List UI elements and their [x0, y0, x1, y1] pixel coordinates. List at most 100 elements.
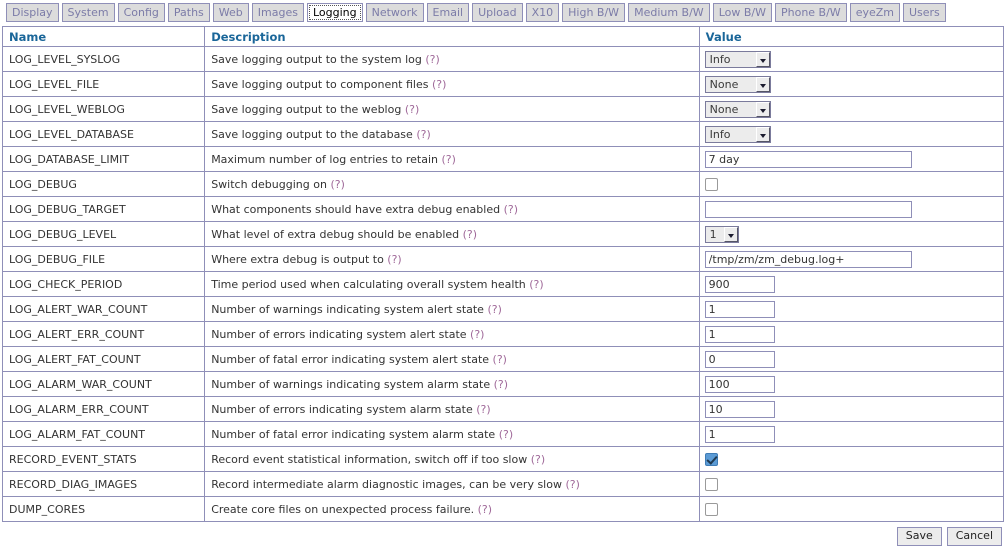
option-description: Switch debugging on (?): [204, 171, 700, 197]
table-header-row: Name Description Value: [1, 26, 1005, 47]
form-actions: Save Cancel: [892, 527, 1002, 546]
option-name: DUMP_CORES: [1, 496, 206, 522]
tab-images[interactable]: Images: [251, 3, 304, 22]
option-description: Maximum number of log entries to retain …: [204, 146, 700, 172]
help-hint-link[interactable]: (?): [478, 503, 492, 516]
help-hint-link[interactable]: (?): [330, 178, 344, 191]
tab-phone-b-w[interactable]: Phone B/W: [774, 3, 847, 22]
help-hint-link[interactable]: (?): [499, 428, 513, 441]
tab-high-b-w[interactable]: High B/W: [562, 3, 626, 22]
tab-x10[interactable]: X10: [525, 3, 560, 22]
option-text-input[interactable]: [704, 425, 775, 443]
option-checkbox[interactable]: [704, 502, 718, 516]
tab-users[interactable]: Users: [902, 3, 946, 22]
tab-eyezm[interactable]: eyeZm: [849, 3, 900, 22]
option-select[interactable]: 1: [704, 225, 739, 243]
option-value-cell: [698, 396, 1005, 422]
option-name: LOG_ALARM_WAR_COUNT: [1, 371, 206, 397]
option-value-cell: Info: [698, 46, 1005, 72]
help-hint-link[interactable]: (?): [565, 478, 579, 491]
help-hint-link[interactable]: (?): [476, 403, 490, 416]
option-text-input[interactable]: [704, 400, 775, 418]
tab-web[interactable]: Web: [212, 3, 249, 22]
chevron-down-icon[interactable]: [755, 51, 770, 67]
option-value-cell: [698, 246, 1005, 272]
table-row: LOG_LEVEL_DATABASE Save logging output to…: [1, 121, 1005, 147]
help-hint-link[interactable]: (?): [405, 103, 419, 116]
option-name: LOG_DEBUG_LEVEL: [1, 221, 206, 247]
chevron-down-icon[interactable]: [755, 76, 770, 92]
option-text-input[interactable]: [704, 200, 912, 218]
option-description: Save logging output to the system log (?…: [204, 46, 700, 72]
tab-low-b-w[interactable]: Low B/W: [712, 3, 772, 22]
help-hint-link[interactable]: (?): [504, 203, 518, 216]
save-button[interactable]: Save: [896, 527, 942, 546]
option-select[interactable]: None: [704, 100, 771, 118]
logging-options-table: Name Description Value LOG_LEVEL_SYSLOG S…: [1, 26, 1005, 522]
option-description-text: Create core files on unexpected process …: [211, 502, 475, 516]
table-row: LOG_DEBUG_FILE Where extra debug is outpu…: [1, 246, 1005, 272]
option-name: LOG_DATABASE_LIMIT: [1, 146, 206, 172]
help-hint-link[interactable]: (?): [425, 53, 439, 66]
option-select[interactable]: Info: [704, 50, 771, 68]
option-text-input[interactable]: [704, 275, 775, 293]
option-checkbox[interactable]: [704, 177, 718, 191]
option-select[interactable]: Info: [704, 125, 771, 143]
tab-logging[interactable]: Logging: [306, 3, 363, 22]
table-row: LOG_DEBUG_TARGET What components should h…: [1, 196, 1005, 222]
option-description-text: Number of fatal error indicating system …: [211, 427, 496, 441]
option-description-text: Switch debugging on: [211, 177, 327, 191]
column-header-name: Name: [1, 26, 206, 47]
cancel-button[interactable]: Cancel: [946, 527, 1002, 546]
help-hint-link[interactable]: (?): [387, 253, 401, 266]
help-hint-link[interactable]: (?): [531, 453, 545, 466]
option-description: Record event statistical information, sw…: [204, 446, 700, 472]
help-hint-link[interactable]: (?): [441, 153, 455, 166]
table-row: LOG_LEVEL_WEBLOG Save logging output to t…: [1, 96, 1005, 122]
table-row: LOG_CHECK_PERIOD Time period used when ca…: [1, 271, 1005, 297]
option-value-cell: [698, 321, 1005, 347]
option-text-input[interactable]: [704, 300, 775, 318]
option-select[interactable]: None: [704, 75, 771, 93]
option-name: LOG_DEBUG_TARGET: [1, 196, 206, 222]
help-hint-link[interactable]: (?): [529, 278, 543, 291]
option-name: RECORD_EVENT_STATS: [1, 446, 206, 472]
option-checkbox[interactable]: [704, 477, 718, 491]
help-hint-link[interactable]: (?): [432, 78, 446, 91]
chevron-down-icon[interactable]: [755, 101, 770, 117]
tab-upload[interactable]: Upload: [472, 3, 523, 22]
chevron-down-icon[interactable]: [723, 226, 738, 242]
option-name: LOG_LEVEL_FILE: [1, 71, 206, 97]
help-hint-link[interactable]: (?): [463, 228, 477, 241]
option-name: LOG_DEBUG: [1, 171, 206, 197]
option-value-cell: Info: [698, 121, 1005, 147]
tab-network[interactable]: Network: [365, 3, 424, 22]
table-row: LOG_ALARM_WAR_COUNT Number of warnings in…: [1, 371, 1005, 397]
tab-system[interactable]: System: [61, 3, 115, 22]
help-hint-link[interactable]: (?): [493, 353, 507, 366]
option-description-text: Save logging output to the system log: [211, 52, 422, 66]
help-hint-link[interactable]: (?): [494, 378, 508, 391]
option-description-text: Save logging output to the weblog: [211, 102, 402, 116]
help-hint-link[interactable]: (?): [416, 128, 430, 141]
options-tab-bar: Display System Config Paths Web Images Logging…: [0, 0, 1008, 26]
option-description-text: Record event statistical information, sw…: [211, 452, 528, 466]
tab-medium-b-w[interactable]: Medium B/W: [628, 3, 710, 22]
tab-paths[interactable]: Paths: [167, 3, 210, 22]
option-checkbox[interactable]: [704, 452, 718, 466]
option-name: LOG_DEBUG_FILE: [1, 246, 206, 272]
option-description: Where extra debug is output to (?): [204, 246, 700, 272]
tab-email[interactable]: Email: [426, 3, 470, 22]
option-text-input[interactable]: [704, 375, 775, 393]
option-text-input[interactable]: [704, 350, 775, 368]
tab-display[interactable]: Display: [6, 3, 59, 22]
option-text-input[interactable]: [704, 150, 912, 168]
option-text-input[interactable]: [704, 325, 775, 343]
help-hint-link[interactable]: (?): [487, 303, 501, 316]
tab-config[interactable]: Config: [117, 3, 165, 22]
help-hint-link[interactable]: (?): [470, 328, 484, 341]
table-row: DUMP_CORES Create core files on unexpecte…: [1, 496, 1005, 522]
option-description-text: Where extra debug is output to: [211, 252, 384, 266]
option-text-input[interactable]: [704, 250, 912, 268]
chevron-down-icon[interactable]: [755, 126, 770, 142]
